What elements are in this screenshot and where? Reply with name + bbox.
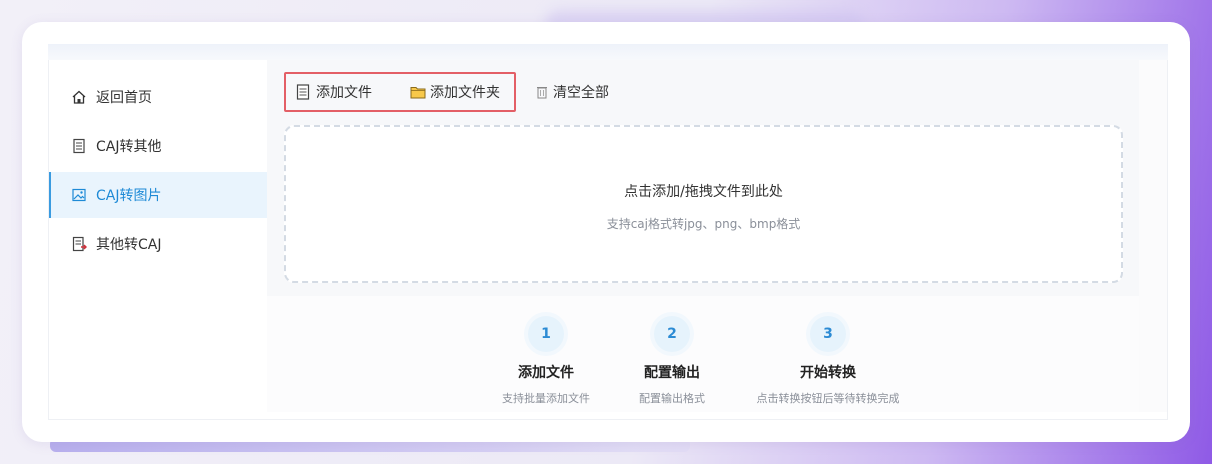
folder-icon xyxy=(410,84,426,100)
home-icon xyxy=(70,88,88,106)
sidebar-item-caj-to-image[interactable]: CAJ转图片 xyxy=(49,172,267,218)
sidebar: 返回首页 CAJ转其他 CAJ转图片 其他转CAJ xyxy=(49,60,267,412)
sidebar-item-label: CAJ转其他 xyxy=(96,139,162,155)
step-description: 配置输出格式 xyxy=(639,392,705,405)
image-icon xyxy=(70,186,88,204)
sidebar-item-label: 其他转CAJ xyxy=(96,237,162,253)
step-number: 3 xyxy=(810,316,846,352)
clear-all-button[interactable]: 清空全部 xyxy=(537,81,609,103)
add-file-button[interactable]: 添加文件 xyxy=(296,81,372,103)
document-icon xyxy=(70,137,88,155)
drop-zone-title: 点击添加/拖拽文件到此处 xyxy=(624,184,783,200)
clear-all-label: 清空全部 xyxy=(553,85,609,101)
document-convert-icon xyxy=(70,235,88,253)
file-drop-zone[interactable]: 点击添加/拖拽文件到此处 支持caj格式转jpg、png、bmp格式 xyxy=(284,125,1123,283)
step-description: 点击转换按钮后等待转换完成 xyxy=(756,392,900,405)
add-folder-label: 添加文件夹 xyxy=(430,85,500,101)
sidebar-item-label: CAJ转图片 xyxy=(96,188,162,204)
step-title: 开始转换 xyxy=(800,365,856,381)
drop-zone-subtitle: 支持caj格式转jpg、png、bmp格式 xyxy=(606,217,801,231)
step-start-conversion: 3 开始转换 点击转换按钮后等待转换完成 xyxy=(743,316,913,406)
window-topbar xyxy=(48,44,1168,60)
trash-icon xyxy=(537,84,549,100)
add-folder-button[interactable]: 添加文件夹 xyxy=(410,81,500,103)
file-icon xyxy=(296,84,312,100)
sidebar-item-other-to-caj[interactable]: 其他转CAJ xyxy=(49,221,267,267)
step-title: 配置输出 xyxy=(644,365,700,381)
sidebar-item-label: 返回首页 xyxy=(96,90,152,106)
step-number: 1 xyxy=(528,316,564,352)
sidebar-item-caj-to-other[interactable]: CAJ转其他 xyxy=(49,123,267,169)
sidebar-item-home[interactable]: 返回首页 xyxy=(49,74,267,120)
add-file-label: 添加文件 xyxy=(316,85,372,101)
step-number: 2 xyxy=(654,316,690,352)
step-configure-output: 2 配置输出 配置输出格式 xyxy=(587,316,757,406)
right-gutter xyxy=(1139,60,1167,412)
